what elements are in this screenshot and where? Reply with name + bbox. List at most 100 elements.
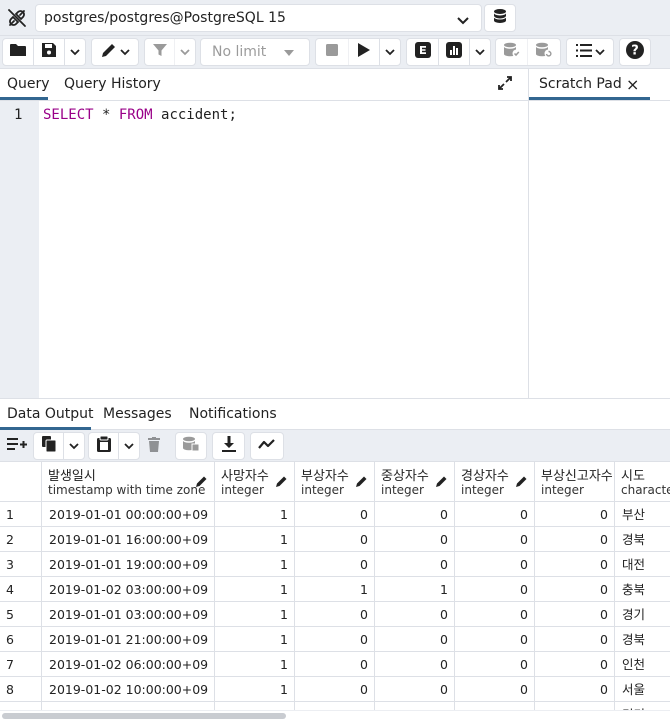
column-header[interactable]: 사망자수 integer [215,462,295,502]
cell[interactable]: 0 [375,527,455,552]
pencil-icon[interactable] [356,475,368,491]
cell[interactable]: 0 [455,702,535,710]
cell[interactable]: 2019-01-02 03:00:00+09 [42,577,215,602]
stop-button[interactable] [316,39,349,65]
cell[interactable]: 1 [215,627,295,652]
cell[interactable]: 0 [535,527,615,552]
cell[interactable]: 0 [375,702,455,710]
cell[interactable]: 경기 [615,702,670,710]
cell[interactable]: 1 [215,577,295,602]
tab-query-history[interactable]: Query History [64,76,161,92]
column-header[interactable]: 발생일시 timestamp with time zone [42,462,215,502]
cell[interactable]: 1 [215,502,295,527]
cell[interactable]: 2019-01-01 19:00:00+09 [42,552,215,577]
cell[interactable]: 0 [535,677,615,702]
cell[interactable]: 1 [215,677,295,702]
cell[interactable]: 0 [455,577,535,602]
open-file-button[interactable] [3,39,34,65]
delete-row-button[interactable] [140,432,168,460]
cell[interactable]: 0 [375,552,455,577]
data-grid[interactable]: 발생일시 timestamp with time zone 사망자수 integ… [0,462,670,710]
row-limit-select[interactable]: No limit [200,38,310,66]
cell[interactable]: 대전 [615,552,670,577]
column-header[interactable]: 시도 character [615,462,670,502]
add-row-button[interactable] [2,432,32,460]
cell[interactable]: 0 [535,652,615,677]
table-row[interactable]: 8 2019-01-02 10:00:00+09 1 0 0 0 0 서울 [0,677,670,702]
new-connection-button[interactable] [484,4,516,32]
cell[interactable]: 0 [455,652,535,677]
download-button[interactable] [213,433,244,459]
cell[interactable]: 0 [455,552,535,577]
explain-options-dropdown[interactable] [470,39,490,65]
cell[interactable]: 2019-01-01 16:00:00+09 [42,527,215,552]
cell[interactable]: 경북 [615,527,670,552]
cell[interactable]: 1 [215,702,295,710]
cell[interactable]: 1 [215,652,295,677]
tab-messages[interactable]: Messages [103,406,172,422]
close-icon[interactable]: × [626,75,639,94]
cell[interactable]: 0 [535,602,615,627]
cell[interactable]: 인천 [615,652,670,677]
cell[interactable]: 1 [295,577,375,602]
cell[interactable]: 경북 [615,627,670,652]
macros-button[interactable] [567,39,613,65]
cell[interactable]: 충북 [615,577,670,602]
column-header[interactable]: 부상자수 integer [295,462,375,502]
cell[interactable]: 2019-01-02 06:00:00+09 [42,652,215,677]
cell[interactable]: 0 [535,702,615,710]
paste-button[interactable] [89,433,119,459]
disconnected-plug-icon[interactable] [0,2,34,34]
filter-options-dropdown[interactable] [175,39,195,65]
cell[interactable]: 2019-01-02 12:00:00+09 [42,702,215,710]
filter-button[interactable] [145,39,175,65]
table-row[interactable]: 9 2019-01-02 12:00:00+09 1 0 0 0 0 경기 [0,702,670,710]
table-row[interactable]: 2 2019-01-01 16:00:00+09 1 0 0 0 0 경북 [0,527,670,552]
cell[interactable]: 0 [535,627,615,652]
pencil-icon[interactable] [516,475,528,491]
tab-query[interactable]: Query [7,76,50,92]
copy-button[interactable] [34,433,64,459]
column-header[interactable]: 경상자수 integer [455,462,535,502]
rollback-button[interactable] [528,39,560,65]
pencil-icon[interactable] [196,475,208,491]
cell[interactable]: 0 [295,652,375,677]
cell[interactable]: 0 [375,502,455,527]
table-row[interactable]: 1 2019-01-01 00:00:00+09 1 0 0 0 0 부산 [0,502,670,527]
pencil-icon[interactable] [436,475,448,491]
edit-menu-button[interactable] [92,39,138,65]
table-row[interactable]: 7 2019-01-02 06:00:00+09 1 0 0 0 0 인천 [0,652,670,677]
graph-visualiser-button[interactable] [251,433,283,459]
connection-select[interactable]: postgres/postgres@PostgreSQL 15 [35,4,482,32]
cell[interactable]: 서울 [615,677,670,702]
save-options-dropdown[interactable] [65,39,85,65]
execute-options-dropdown[interactable] [380,39,400,65]
cell[interactable]: 0 [455,677,535,702]
help-button[interactable]: ? [620,39,650,65]
cell[interactable]: 0 [455,602,535,627]
cell[interactable]: 1 [215,527,295,552]
cell[interactable]: 부산 [615,502,670,527]
cell[interactable]: 2019-01-01 21:00:00+09 [42,627,215,652]
horizontal-scrollbar-thumb[interactable] [2,713,286,719]
cell[interactable]: 0 [375,602,455,627]
cell[interactable]: 0 [535,552,615,577]
cell[interactable]: 0 [295,702,375,710]
cell[interactable]: 0 [455,527,535,552]
cell[interactable]: 1 [215,602,295,627]
cell[interactable]: 0 [375,677,455,702]
cell[interactable]: 0 [295,602,375,627]
save-data-button[interactable] [176,433,206,459]
table-row[interactable]: 3 2019-01-01 19:00:00+09 1 0 0 0 0 대전 [0,552,670,577]
execute-button[interactable] [349,39,380,65]
cell[interactable]: 0 [535,577,615,602]
cell[interactable]: 0 [295,627,375,652]
tab-data-output[interactable]: Data Output [7,406,94,422]
table-row[interactable]: 5 2019-01-01 03:00:00+09 1 0 0 0 0 경기 [0,602,670,627]
table-row[interactable]: 4 2019-01-02 03:00:00+09 1 1 1 0 0 충북 [0,577,670,602]
cell[interactable]: 0 [455,627,535,652]
sql-editor[interactable]: SELECT * FROM accident; [43,107,237,123]
save-file-button[interactable] [34,39,65,65]
cell[interactable]: 1 [215,552,295,577]
cell[interactable]: 0 [455,502,535,527]
